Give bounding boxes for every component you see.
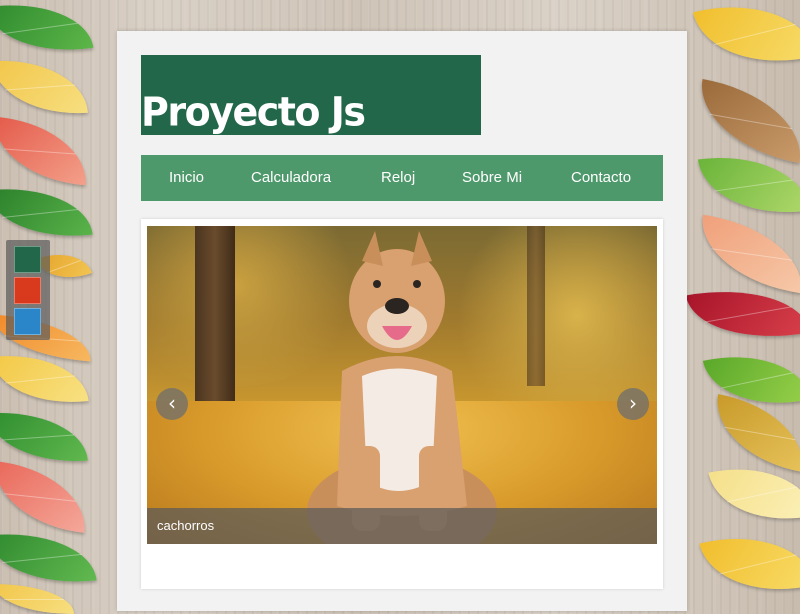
dog-illustration: [307, 231, 497, 544]
nav-item-sobre-mi[interactable]: Sobre Mi: [462, 169, 522, 186]
slide-caption: cachorros: [147, 508, 657, 544]
site-title: Proyecto Js: [141, 88, 366, 135]
nav-item-inicio[interactable]: Inicio: [169, 169, 204, 186]
leaf: [699, 518, 800, 610]
slide-image-dog: ‹ › cachorros: [147, 226, 657, 544]
leaf: [692, 0, 800, 83]
theme-color-switcher: [6, 240, 50, 340]
nav-item-contacto[interactable]: Contacto: [571, 169, 631, 186]
leaf: [0, 54, 88, 120]
nav-item-calculadora[interactable]: Calculadora: [251, 169, 331, 186]
image-slider: ‹ › cachorros: [141, 219, 663, 589]
leaf: [691, 78, 800, 164]
theme-swatch-red[interactable]: [14, 277, 41, 304]
site-logo[interactable]: Proyecto Js: [141, 55, 481, 135]
leaf: [0, 116, 91, 186]
leaf: [0, 0, 94, 62]
leaf: [707, 394, 800, 472]
slider-next-button[interactable]: ›: [617, 388, 649, 420]
leaf: [0, 179, 93, 246]
chevron-left-icon: ‹: [168, 391, 176, 415]
slide-caption-text: cachorros: [157, 518, 215, 533]
leaf: [0, 584, 74, 614]
nav-item-reloj[interactable]: Reloj: [381, 169, 415, 186]
theme-swatch-blue[interactable]: [14, 308, 41, 335]
main-nav: Inicio Calculadora Reloj Sobre Mi Contac…: [141, 155, 663, 201]
chevron-right-icon: ›: [629, 391, 637, 415]
leaf: [0, 406, 88, 468]
leaf: [694, 214, 800, 294]
slider-prev-button[interactable]: ‹: [156, 388, 188, 420]
leaf: [0, 461, 91, 533]
content-panel: Proyecto Js Inicio Calculadora Reloj Sob…: [117, 31, 687, 611]
right-leaves-decoration: [685, 0, 800, 610]
leaf: [0, 524, 97, 592]
theme-swatch-green[interactable]: [14, 246, 41, 273]
